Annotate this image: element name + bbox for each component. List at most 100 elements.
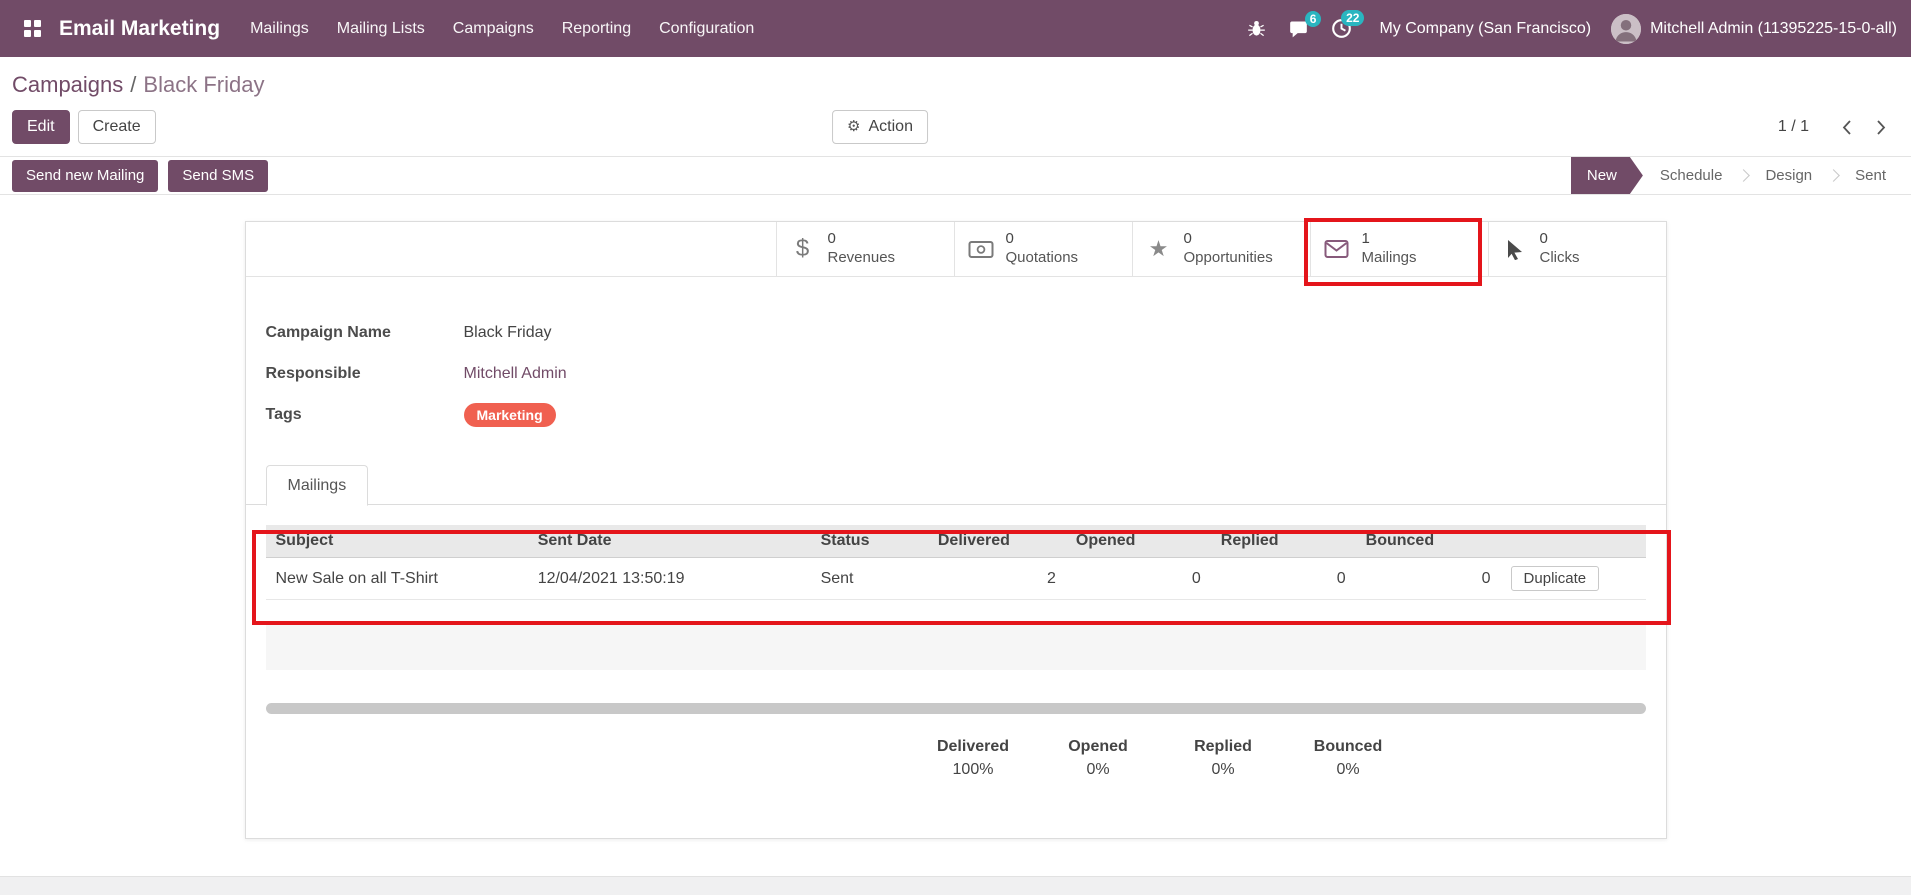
- clicks-label: Clicks: [1539, 249, 1580, 266]
- pager-next-button[interactable]: [1864, 114, 1899, 141]
- stage-design[interactable]: Design: [1748, 157, 1829, 194]
- table-row[interactable]: New Sale on all T-Shirt 12/04/2021 13:50…: [265, 557, 1646, 600]
- debug-icon: [1248, 20, 1266, 37]
- nav-item-campaigns[interactable]: Campaigns: [439, 12, 548, 46]
- dollar-icon: $: [795, 235, 810, 262]
- top-navbar: Email Marketing Mailings Mailing Lists C…: [0, 0, 1911, 57]
- mailings-label: Mailings: [1361, 249, 1417, 266]
- cell-opened: 0: [1065, 557, 1211, 600]
- mailings-table: Subject Sent Date Status Delivered Opene…: [265, 525, 1646, 600]
- send-new-mailing-button[interactable]: Send new Mailing: [12, 159, 159, 192]
- cell-sent-date: 12/04/2021 13:50:19: [527, 557, 811, 600]
- control-panel: Campaigns / Black Friday Edit Create ⚙ Act…: [0, 70, 1911, 145]
- revenues-count: 0: [827, 230, 836, 248]
- cursor-icon: [1501, 239, 1529, 260]
- cell-subject: New Sale on all T-Shirt: [265, 557, 528, 600]
- activities-badge: 22: [1341, 10, 1365, 26]
- quotations-stat-button[interactable]: 0 Quotations: [953, 222, 1132, 276]
- main-menu: Mailings Mailing Lists Campaigns Reporti…: [236, 12, 768, 46]
- mailing-stats: Delivered 100% Opened 0% Replied 0% Boun…: [931, 738, 1666, 779]
- debug-button[interactable]: [1236, 11, 1277, 46]
- stat-replied-label: Replied: [1194, 738, 1252, 755]
- page-footer: [0, 876, 1911, 895]
- stat-delivered: Delivered 100%: [931, 738, 1016, 779]
- avatar: [1611, 13, 1642, 44]
- quotations-count: 0: [1005, 230, 1014, 248]
- clicks-count: 0: [1539, 230, 1548, 248]
- col-delivered[interactable]: Delivered: [927, 525, 1066, 558]
- cell-replied: 0: [1210, 557, 1356, 600]
- opportunities-stat-button[interactable]: ★ 0 Opportunities: [1131, 222, 1310, 276]
- stage-pipeline: New Schedule Design Sent: [1571, 157, 1911, 194]
- messages-button[interactable]: 6: [1277, 10, 1322, 47]
- responsible-label: Responsible: [265, 365, 361, 382]
- stat-opened-label: Opened: [1068, 738, 1128, 755]
- campaign-name-value: Black Friday: [463, 324, 552, 341]
- activities-button[interactable]: 22: [1320, 10, 1365, 47]
- mailings-count: 1: [1361, 230, 1370, 248]
- breadcrumb-campaigns[interactable]: Campaigns: [12, 72, 123, 97]
- clicks-stat-button[interactable]: 0 Clicks: [1487, 222, 1666, 276]
- stat-replied-value: 0%: [1211, 761, 1235, 778]
- user-menu[interactable]: Mitchell Admin (11395225-15-0-all): [1611, 13, 1897, 44]
- revenues-stat-button[interactable]: $ 0 Revenues: [775, 222, 954, 276]
- stat-bounced: Bounced 0%: [1306, 738, 1391, 779]
- col-replied[interactable]: Replied: [1210, 525, 1356, 558]
- stage-new[interactable]: New: [1571, 157, 1643, 194]
- col-sent-date[interactable]: Sent Date: [527, 525, 811, 558]
- messages-badge: 6: [1304, 10, 1322, 27]
- cell-actions: Duplicate: [1500, 557, 1646, 600]
- stat-delivered-value: 100%: [952, 761, 994, 778]
- pager-previous-button[interactable]: [1829, 114, 1864, 141]
- edit-button[interactable]: Edit: [12, 110, 70, 144]
- opportunities-label: Opportunities: [1183, 249, 1273, 266]
- statusbar: Send new Mailing Send SMS New Schedule D…: [0, 156, 1911, 195]
- nav-item-reporting[interactable]: Reporting: [548, 12, 645, 46]
- form-fields: Campaign Name Black Friday Responsible M…: [266, 319, 1666, 429]
- stage-schedule[interactable]: Schedule: [1643, 157, 1740, 194]
- chevron-left-icon: [1842, 119, 1851, 135]
- pager-value: 1 / 1: [1777, 118, 1809, 135]
- apps-grid-icon: [24, 20, 41, 37]
- stat-button-box: $ 0 Revenues 0 Quotations ★ 0 Opportunit…: [245, 222, 1666, 277]
- app-title[interactable]: Email Marketing: [59, 17, 220, 41]
- opportunities-count: 0: [1183, 230, 1192, 248]
- tag-marketing: Marketing: [463, 403, 556, 427]
- stage-sent[interactable]: Sent: [1838, 157, 1903, 194]
- empty-row-stripe: [265, 625, 1646, 670]
- tab-mailings[interactable]: Mailings: [265, 465, 369, 506]
- table-header-row: Subject Sent Date Status Delivered Opene…: [265, 525, 1646, 558]
- field-tags: Tags Marketing: [266, 401, 1666, 429]
- money-icon: [967, 240, 995, 259]
- pager: 1 / 1: [1778, 114, 1899, 141]
- col-status[interactable]: Status: [810, 525, 928, 558]
- col-subject[interactable]: Subject: [265, 525, 528, 558]
- stat-opened: Opened 0%: [1056, 738, 1141, 779]
- cell-status: Sent: [810, 557, 928, 600]
- col-bounced[interactable]: Bounced: [1355, 525, 1501, 558]
- mailings-stat-button[interactable]: 1 Mailings: [1309, 222, 1488, 276]
- revenues-label: Revenues: [827, 249, 896, 266]
- apps-menu-button[interactable]: [14, 12, 51, 45]
- action-menu-button[interactable]: ⚙ Action: [832, 110, 928, 144]
- responsible-value-link[interactable]: Mitchell Admin: [464, 365, 567, 383]
- breadcrumb: Campaigns / Black Friday: [12, 70, 1899, 100]
- main-content: $ 0 Revenues 0 Quotations ★ 0 Opportunit…: [0, 195, 1911, 839]
- company-switcher[interactable]: My Company (San Francisco): [1379, 20, 1591, 38]
- cell-bounced: 0: [1355, 557, 1501, 600]
- create-button[interactable]: Create: [77, 110, 156, 144]
- page: Email Marketing Mailings Mailing Lists C…: [0, 0, 1911, 895]
- nav-item-mailing-lists[interactable]: Mailing Lists: [323, 12, 439, 46]
- field-campaign-name: Campaign Name Black Friday: [266, 319, 1666, 347]
- nav-item-mailings[interactable]: Mailings: [236, 12, 323, 46]
- field-responsible: Responsible Mitchell Admin: [266, 360, 1666, 388]
- col-opened[interactable]: Opened: [1065, 525, 1211, 558]
- duplicate-button[interactable]: Duplicate: [1510, 566, 1600, 591]
- col-actions: [1500, 525, 1646, 558]
- notebook-tabs: Mailings: [245, 465, 1666, 506]
- envelope-icon: [1323, 239, 1351, 259]
- nav-item-configuration[interactable]: Configuration: [645, 12, 768, 46]
- horizontal-scrollbar[interactable]: [265, 703, 1646, 714]
- send-sms-button[interactable]: Send SMS: [168, 159, 269, 192]
- tags-label: Tags: [265, 406, 302, 423]
